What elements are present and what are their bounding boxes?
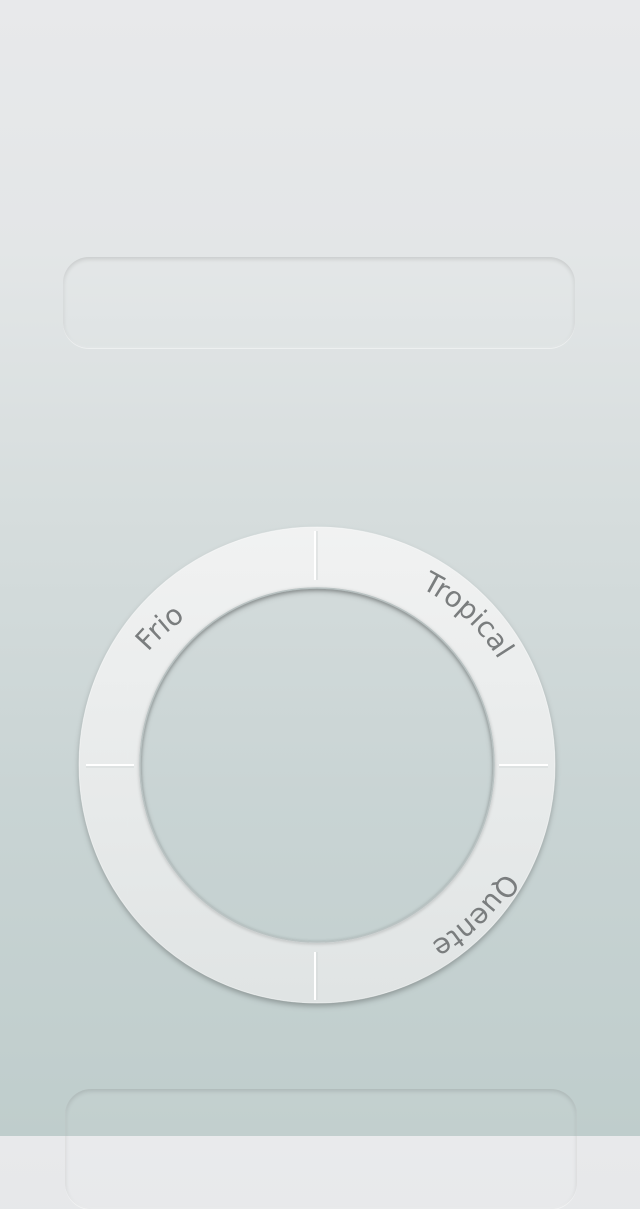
- climate-dial[interactable]: Frio Tropical Quente: [0, 0, 640, 1136]
- bottom-panel: [65, 1089, 577, 1209]
- dial-ring: [78, 526, 556, 1004]
